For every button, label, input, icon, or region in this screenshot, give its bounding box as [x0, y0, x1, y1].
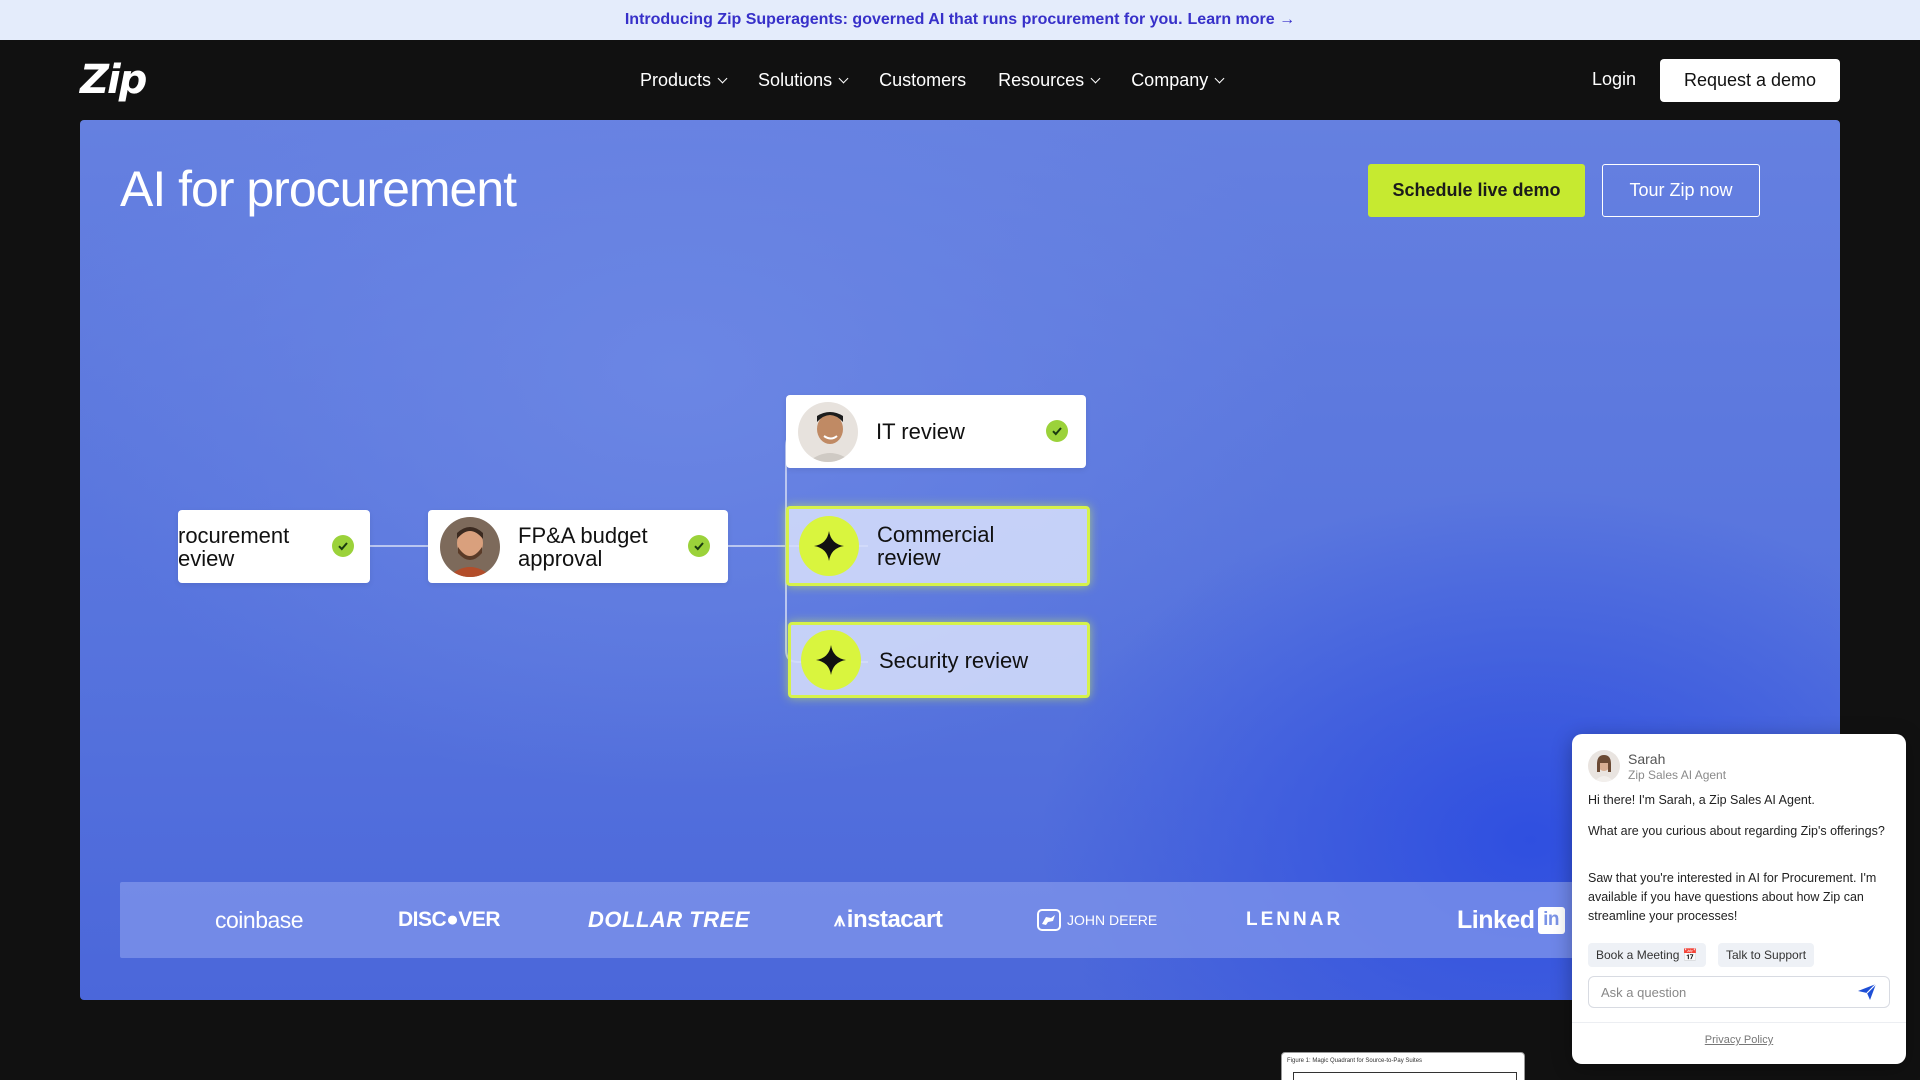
ai-sparkle-icon [801, 630, 861, 690]
reviewer-avatar [440, 516, 500, 577]
report-thumbnail-figure [1293, 1072, 1517, 1080]
customer-logos-strip: coinbase DISC●VER DOLLAR TREE ⩚ instacar… [120, 882, 1800, 958]
john-deere-logo: JOHN DEERE [1037, 882, 1157, 958]
announcement-text: Introducing Zip Superagents: governed AI… [624, 11, 1183, 28]
deer-icon [1037, 909, 1061, 931]
nav-item-label: Products [640, 69, 712, 90]
chevron-down-icon [717, 73, 728, 83]
linkedin-logo-text: Linked [1457, 905, 1535, 934]
chat-input-placeholder: Ask a question [1601, 984, 1687, 1000]
chat-header: Sarah Zip Sales AI Agent [1588, 750, 1726, 782]
linkedin-logo: Linked in [1457, 882, 1565, 958]
reviewer-avatar [798, 401, 858, 462]
talk-to-support-chip[interactable]: Talk to Support [1718, 943, 1815, 967]
procurement-review-label: rocurement eview [178, 522, 290, 571]
ai-sparkle-icon [799, 516, 859, 576]
commercial-review-card: Commercial review [786, 506, 1090, 586]
dollar-tree-logo: DOLLAR TREE [588, 907, 750, 932]
nav-item-label: Solutions [758, 69, 833, 90]
nav-item-customers[interactable]: Customers [879, 70, 966, 91]
security-review-label: Security review [879, 647, 1029, 673]
send-icon[interactable] [1857, 983, 1877, 1001]
report-thumbnail-caption: Figure 1: Magic Quadrant for Source-to-P… [1287, 1058, 1423, 1064]
login-link[interactable]: Login [1592, 69, 1636, 90]
announcement-learn-more-link[interactable]: Learn more → [1188, 11, 1296, 29]
agent-name: Sarah [1628, 750, 1666, 767]
chevron-down-icon [838, 73, 849, 83]
report-thumbnail[interactable]: Figure 1: Magic Quadrant for Source-to-P… [1281, 1052, 1525, 1080]
lennar-logo: LENNAR [1246, 909, 1344, 930]
chat-widget: Sarah Zip Sales AI Agent Hi there! I'm S… [1572, 734, 1906, 1064]
book-meeting-chip[interactable]: Book a Meeting 📅 [1588, 943, 1706, 967]
commercial-review-label: Commercial review [877, 522, 995, 570]
carrot-icon: ⩚ [834, 908, 845, 931]
linkedin-in-box: in [1537, 906, 1565, 934]
nav-item-products[interactable]: Products [640, 69, 728, 91]
check-icon [332, 535, 354, 557]
fpa-budget-approval-card: FP&A budget approval [428, 510, 728, 583]
it-review-label: IT review [876, 419, 965, 444]
request-demo-button[interactable]: Request a demo [1660, 59, 1840, 102]
check-icon [688, 535, 710, 557]
chat-message: Hi there! I'm Sarah, a Zip Sales AI Agen… [1588, 793, 1815, 807]
agent-avatar [1588, 750, 1620, 782]
chat-divider [1572, 1022, 1906, 1023]
nav-item-label: Customers [879, 69, 967, 90]
chat-question-input[interactable]: Ask a question [1588, 976, 1890, 1008]
agent-info: Sarah Zip Sales AI Agent [1628, 751, 1726, 782]
nav-item-company[interactable]: Company [1131, 69, 1225, 91]
it-review-card: IT review [786, 395, 1086, 468]
john-deere-logo-text: JOHN DEERE [1067, 912, 1158, 928]
instacart-logo: ⩚ instacart [834, 882, 943, 958]
chat-message: What are you curious about regarding Zip… [1588, 824, 1885, 838]
nav-menu: Products Solutions Customers Resources C… [640, 40, 1225, 120]
privacy-policy-link[interactable]: Privacy Policy [1572, 1034, 1906, 1046]
nav-item-solutions[interactable]: Solutions [758, 69, 849, 91]
announcement-bar: Introducing Zip Superagents: governed AI… [0, 0, 1920, 40]
discover-logo: DISC●VER [398, 908, 501, 931]
zip-logo[interactable]: Zip [80, 57, 147, 103]
fpa-budget-approval-label: FP&A budget approval [518, 522, 648, 571]
nav-item-label: Company [1131, 69, 1209, 90]
procurement-review-card: rocurement eview [178, 510, 370, 583]
coinbase-logo: coinbase [215, 906, 304, 933]
check-icon [1046, 420, 1068, 442]
instacart-logo-text: instacart [846, 906, 943, 933]
chevron-down-icon [1090, 73, 1101, 83]
nav-item-resources[interactable]: Resources [998, 69, 1101, 91]
chat-message: Saw that you're interested in AI for Pro… [1588, 871, 1877, 923]
security-review-card: Security review [788, 622, 1090, 698]
nav-item-label: Resources [998, 69, 1085, 90]
agent-role: Zip Sales AI Agent [1628, 767, 1727, 782]
main-nav: Zip Products Solutions Customers Resourc… [0, 40, 1920, 120]
chevron-down-icon [1214, 73, 1225, 83]
